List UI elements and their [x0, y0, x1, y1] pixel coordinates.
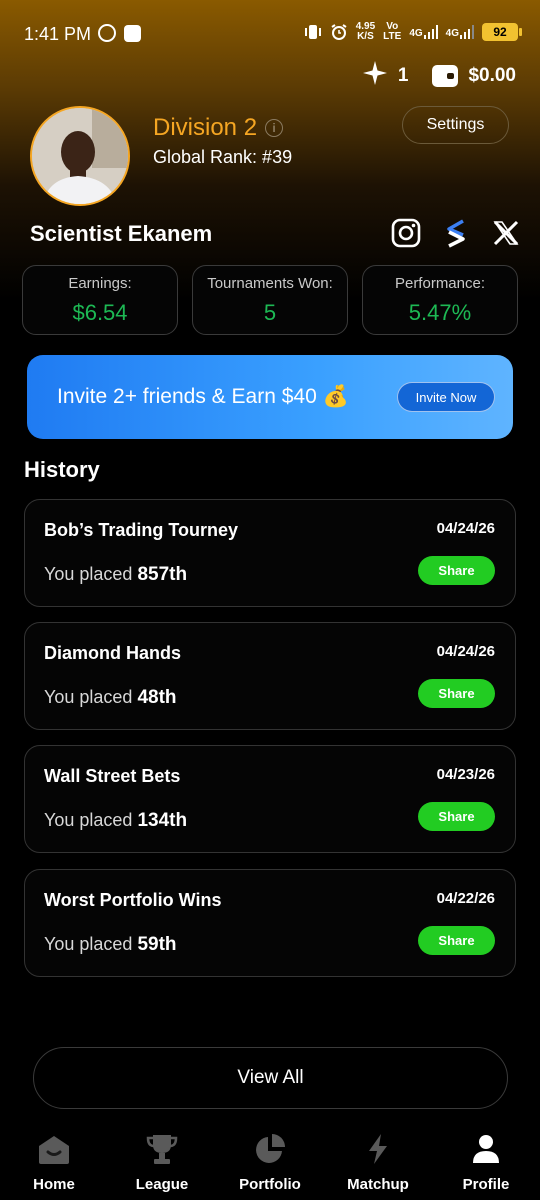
- signal-bars-icon: [460, 25, 474, 39]
- share-button[interactable]: Share: [418, 926, 495, 955]
- avatar-photo: [32, 108, 128, 204]
- tournament-title: Worst Portfolio Wins: [44, 890, 222, 910]
- vibrate-icon: [304, 23, 322, 41]
- division-label: Division 2: [153, 114, 258, 141]
- network-speed-unit: K/S: [357, 31, 374, 42]
- tournament-title: Diamond Hands: [44, 643, 182, 663]
- signal-bars-icon: [423, 25, 438, 39]
- invite-text: Invite 2+ friends & Earn $40 💰: [57, 385, 349, 408]
- sparkle-count: 1: [397, 65, 409, 86]
- volte-indicator: Vo LTE: [383, 22, 401, 42]
- placement-text: You placed 134th: [44, 810, 187, 832]
- history-card[interactable]: Wall Street Bets 04/23/26 You placed 134…: [24, 745, 516, 853]
- share-button[interactable]: Share: [418, 556, 495, 585]
- stat-label: Performance:: [394, 274, 486, 292]
- placement-prefix: You placed: [44, 934, 133, 954]
- wallet-icon: [432, 65, 459, 87]
- invite-now-button[interactable]: Invite Now: [397, 382, 495, 412]
- placement-prefix: You placed: [44, 564, 133, 584]
- tournament-title: Bob’s Trading Tourney: [44, 520, 239, 540]
- invite-banner[interactable]: Invite 2+ friends & Earn $40 💰 Invite No…: [27, 355, 513, 439]
- history-card[interactable]: Worst Portfolio Wins 04/22/26 You placed…: [24, 869, 516, 977]
- nav-label: Portfolio: [239, 1176, 301, 1193]
- global-rank: Global Rank: #39: [153, 147, 293, 167]
- stats-row: Earnings: $6.54 Tournaments Won: 5 Perfo…: [22, 265, 518, 335]
- history-card[interactable]: Diamond Hands 04/24/26 You placed 48th S…: [24, 622, 516, 730]
- wallet-balance: $0.00: [468, 65, 516, 86]
- bottom-nav: Home League Portfolio Matchup Profile: [0, 1128, 540, 1200]
- placement-value: 48th: [137, 687, 177, 708]
- avatar[interactable]: [30, 106, 130, 206]
- lightning-icon: [361, 1132, 395, 1166]
- settings-button[interactable]: Settings: [402, 106, 509, 144]
- tournament-date: 04/24/26: [436, 643, 495, 660]
- placement-text: You placed 857th: [44, 564, 187, 586]
- notification-square-icon: [124, 25, 141, 42]
- info-icon[interactable]: i: [265, 119, 284, 137]
- signal-4g-1-label: 4G: [409, 28, 423, 39]
- instagram-icon[interactable]: [390, 217, 422, 249]
- nav-label: Matchup: [347, 1176, 409, 1193]
- network-speed: 4.95 K/S: [356, 22, 375, 42]
- tournament-date: 04/23/26: [436, 766, 495, 783]
- share-button[interactable]: Share: [418, 679, 495, 708]
- placement-prefix: You placed: [44, 687, 133, 707]
- placement-prefix: You placed: [44, 810, 133, 830]
- pie-chart-icon: [253, 1132, 287, 1166]
- nav-home[interactable]: Home: [0, 1128, 108, 1200]
- tournament-title: Wall Street Bets: [44, 766, 181, 786]
- nav-matchup[interactable]: Matchup: [324, 1128, 432, 1200]
- user-name: Scientist Ekanem: [30, 221, 213, 246]
- placement-value: 134th: [137, 810, 188, 831]
- stat-value: 5: [263, 299, 277, 325]
- battery-indicator: 92: [482, 23, 522, 41]
- nav-label: League: [135, 1176, 189, 1193]
- status-indicators: 4.95 K/S Vo LTE 4G 4G 92: [304, 22, 522, 42]
- wallet-row[interactable]: 1 $0.00: [362, 60, 516, 92]
- signal-4g-1: 4G: [409, 25, 438, 39]
- person-icon: [469, 1132, 503, 1166]
- social-links: [390, 217, 522, 249]
- stat-card-earnings: Earnings: $6.54: [22, 265, 178, 335]
- sparkle-icon: [362, 60, 388, 92]
- alarm-icon: [330, 23, 348, 41]
- whatsapp-icon: [98, 24, 116, 42]
- stat-label: Tournaments Won:: [207, 274, 333, 292]
- stat-card-performance: Performance: 5.47%: [362, 265, 518, 335]
- placement-value: 59th: [137, 934, 177, 955]
- view-all-button[interactable]: View All: [33, 1047, 508, 1109]
- stat-value: 5.47%: [408, 299, 472, 325]
- placement-text: You placed 59th: [44, 934, 177, 956]
- nav-label: Profile: [462, 1176, 510, 1193]
- stocktwits-icon[interactable]: [440, 217, 472, 249]
- home-icon: [37, 1132, 71, 1166]
- signal-4g-2-label: 4G: [445, 28, 459, 39]
- nav-profile[interactable]: Profile: [432, 1128, 540, 1200]
- share-button[interactable]: Share: [418, 802, 495, 831]
- nav-league[interactable]: League: [108, 1128, 216, 1200]
- signal-4g-2: 4G: [446, 25, 474, 39]
- stat-value: $6.54: [72, 299, 128, 325]
- volte-bottom: LTE: [383, 31, 402, 42]
- history-heading: History: [24, 457, 100, 482]
- stat-card-tournaments-won: Tournaments Won: 5: [192, 265, 348, 335]
- nav-label: Home: [33, 1176, 75, 1193]
- trophy-icon: [145, 1132, 179, 1166]
- x-twitter-icon[interactable]: [490, 217, 522, 249]
- tournament-date: 04/22/26: [436, 890, 495, 907]
- tournament-date: 04/24/26: [436, 520, 495, 537]
- status-time: 1:41 PM: [24, 24, 92, 44]
- division-title: Division 2 i: [153, 114, 284, 142]
- stat-label: Earnings:: [68, 274, 132, 292]
- nav-portfolio[interactable]: Portfolio: [216, 1128, 324, 1200]
- history-card[interactable]: Bob’s Trading Tourney 04/24/26 You place…: [24, 499, 516, 607]
- placement-text: You placed 48th: [44, 687, 177, 709]
- placement-value: 857th: [137, 564, 188, 585]
